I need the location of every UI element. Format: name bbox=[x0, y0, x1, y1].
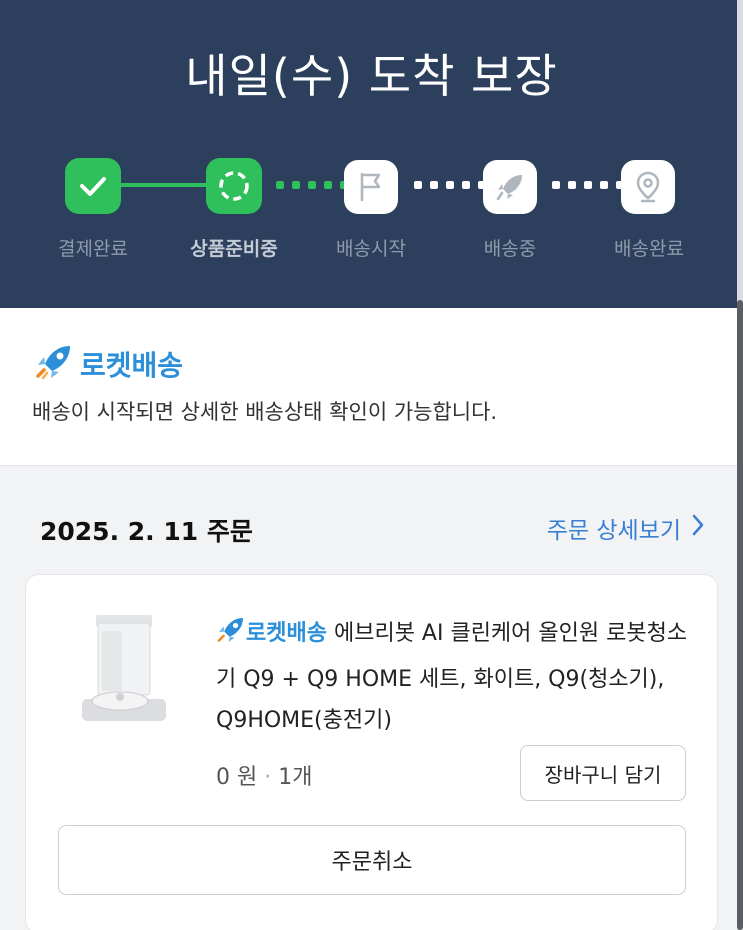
shipping-status-note: 배송이 시작되면 상세한 배송상태 확인이 가능합니다. bbox=[32, 400, 498, 424]
step-label-in-transit: 배송중 bbox=[483, 238, 537, 260]
add-to-cart-button[interactable]: 장바구니 담기 bbox=[520, 745, 686, 801]
product-quantity: 1개 bbox=[278, 765, 313, 790]
step-label-payment-complete: 결제완료 bbox=[58, 238, 128, 260]
product-price: 0 원 bbox=[216, 765, 258, 790]
flag-icon bbox=[344, 160, 398, 214]
cancel-order-button[interactable]: 주문취소 bbox=[58, 825, 686, 895]
rocket-icon bbox=[216, 615, 246, 659]
step-label-delivered: 배송완료 bbox=[614, 238, 684, 260]
product-image[interactable] bbox=[78, 609, 168, 729]
chevron-right-icon bbox=[691, 514, 705, 542]
step-label-preparing: 상품준비중 bbox=[190, 238, 278, 260]
page-title: 내일(수) 도착 보장 bbox=[185, 49, 558, 103]
progress-dots-active bbox=[276, 181, 348, 189]
check-icon bbox=[65, 158, 121, 214]
step-label-shipping-started: 배송시작 bbox=[336, 238, 406, 260]
price-quantity: 0 원 · 1개 bbox=[216, 765, 313, 790]
progress-dots-pending bbox=[414, 181, 486, 189]
order-item-card: 로켓배송 에브리봇 AI 클린케어 올인원 로봇청소기 Q9 + Q9 HOME… bbox=[25, 574, 718, 930]
delivery-status-header: 내일(수) 도착 보장 결제완료 상품준비중 배송시작 배송중 배송완료 bbox=[0, 0, 743, 308]
product-title[interactable]: 로켓배송 에브리봇 AI 클린케어 올인원 로봇청소기 Q9 + Q9 HOME… bbox=[216, 613, 696, 741]
loading-ring-icon bbox=[206, 158, 262, 214]
order-date: 2025. 2. 11 주문 bbox=[40, 517, 253, 546]
rocket-delivery-badge: 로켓배송 bbox=[246, 621, 327, 646]
rocket-delivery-brand: 로켓배송 bbox=[34, 342, 183, 386]
rocket-delivery-label: 로켓배송 bbox=[80, 349, 184, 382]
progress-line-complete bbox=[120, 183, 208, 187]
rocket-icon bbox=[34, 342, 74, 386]
progress-dots-pending bbox=[552, 181, 624, 189]
location-pin-icon bbox=[621, 160, 675, 214]
order-detail-label: 주문 상세보기 bbox=[546, 518, 681, 544]
rocket-delivery-section: 로켓배송 배송이 시작되면 상세한 배송상태 확인이 가능합니다. bbox=[0, 308, 743, 466]
rocket-icon bbox=[483, 160, 537, 214]
order-detail-link[interactable]: 주문 상세보기 bbox=[547, 511, 705, 545]
scrollbar-thumb[interactable] bbox=[737, 300, 743, 930]
